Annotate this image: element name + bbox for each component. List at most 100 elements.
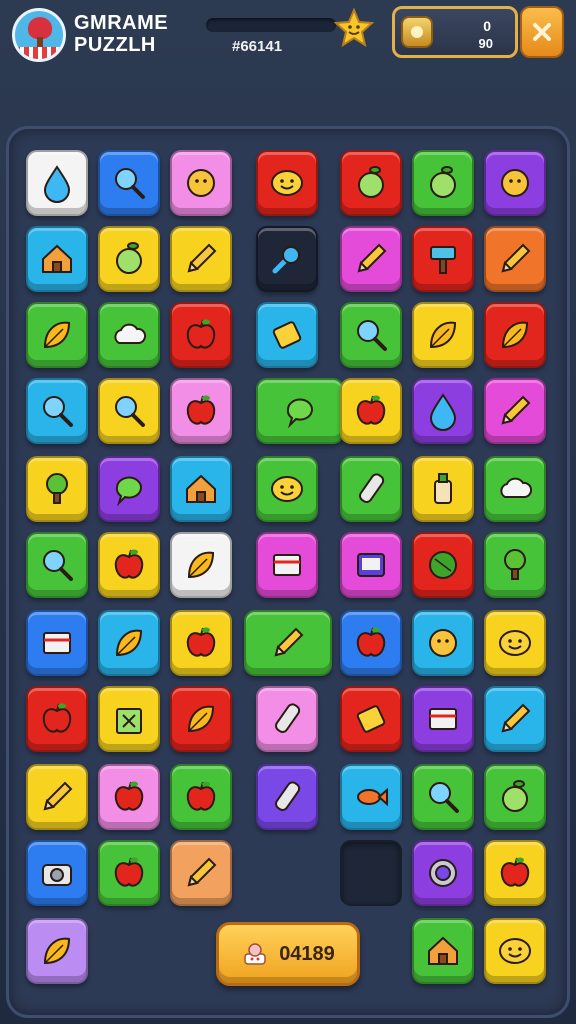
tile-flower[interactable] [170, 150, 232, 216]
pencil-icon [274, 627, 304, 657]
tile-pencil[interactable] [484, 226, 546, 292]
apple-icon [42, 703, 72, 733]
tile-pencil[interactable] [484, 686, 546, 752]
leaf-icon [187, 705, 215, 733]
tile-fruit[interactable] [98, 226, 160, 292]
tile-search[interactable] [98, 150, 160, 216]
tile-smile[interactable] [256, 150, 318, 216]
tile-cloud[interactable] [484, 456, 546, 522]
score-button[interactable]: 04189 [216, 922, 360, 986]
leaf-icon [115, 629, 143, 657]
tile-search[interactable] [26, 532, 88, 598]
tile-box[interactable] [98, 686, 160, 752]
ball-icon [429, 551, 457, 579]
tree-icon [504, 549, 526, 580]
tile-leaf[interactable] [484, 302, 546, 368]
tile-apple[interactable] [26, 686, 88, 752]
search-icon [115, 168, 145, 199]
tile-tube[interactable] [256, 686, 318, 752]
cloud-icon [114, 323, 147, 344]
tile-bottle[interactable] [412, 456, 474, 522]
tile-house[interactable] [170, 456, 232, 522]
tile-fruit[interactable] [412, 150, 474, 216]
tile-fruit[interactable] [340, 150, 402, 216]
tile-tree[interactable] [26, 456, 88, 522]
search-icon [115, 396, 145, 427]
tube-icon [359, 473, 385, 503]
tile-tube[interactable] [256, 764, 318, 830]
fish-icon [357, 787, 388, 807]
close-button[interactable] [520, 6, 564, 58]
tile-house[interactable] [26, 226, 88, 292]
tile-bubble[interactable] [256, 378, 344, 444]
tile-screen[interactable] [340, 532, 402, 598]
tile-apple[interactable] [484, 840, 546, 906]
tile-flower[interactable] [412, 610, 474, 676]
fruit-icon [502, 780, 528, 812]
tile-tag[interactable] [256, 302, 318, 368]
tile-search[interactable] [98, 378, 160, 444]
coin-counter[interactable]: 0 90 [392, 6, 518, 58]
tile-book[interactable] [256, 532, 318, 598]
tile-pencil[interactable] [170, 226, 232, 292]
apple-icon [186, 781, 216, 811]
tile-search[interactable] [26, 378, 88, 444]
tile-flower[interactable] [484, 150, 546, 216]
tile-leaf[interactable] [170, 532, 232, 598]
search-icon [357, 320, 387, 351]
tile-hammer[interactable] [412, 226, 474, 292]
tile-house[interactable] [412, 918, 474, 984]
tile-ring[interactable] [412, 840, 474, 906]
tile-search[interactable] [412, 764, 474, 830]
tile-pencil[interactable] [244, 610, 332, 676]
tile-apple[interactable] [170, 378, 232, 444]
tile-leaf[interactable] [170, 686, 232, 752]
tile-drop[interactable] [26, 150, 88, 216]
tile-apple[interactable] [98, 840, 160, 906]
tile-apple[interactable] [340, 610, 402, 676]
tile-apple[interactable] [170, 764, 232, 830]
tile-drop[interactable] [412, 378, 474, 444]
tile-bubble[interactable] [98, 456, 160, 522]
tile-search[interactable] [340, 302, 402, 368]
tile-book[interactable] [412, 686, 474, 752]
tile-leaf[interactable] [26, 302, 88, 368]
book-icon [273, 554, 301, 576]
tile-tube[interactable] [340, 456, 402, 522]
tile-pencil[interactable] [484, 378, 546, 444]
flower-icon [501, 169, 529, 197]
tile-apple[interactable] [170, 302, 232, 368]
tile-leaf[interactable] [26, 918, 88, 984]
tile-camera[interactable] [26, 840, 88, 906]
cloud-icon [500, 477, 533, 498]
tile-smile[interactable] [256, 456, 318, 522]
tile-leaf[interactable] [412, 302, 474, 368]
tile-pencil[interactable] [26, 764, 88, 830]
tile-pencil[interactable] [340, 226, 402, 292]
tile-smile[interactable] [484, 918, 546, 984]
fruit-icon [116, 242, 142, 274]
tile-apple[interactable] [98, 764, 160, 830]
tile-tree[interactable] [484, 532, 546, 598]
camera-icon [42, 864, 72, 886]
search-icon [43, 550, 73, 581]
tile-apple[interactable] [98, 532, 160, 598]
screen-icon [357, 553, 385, 577]
tile-fish[interactable] [340, 764, 402, 830]
star-icon[interactable] [334, 8, 374, 48]
tile-apple[interactable] [340, 378, 402, 444]
tile-leaf[interactable] [98, 610, 160, 676]
tile-ball[interactable] [412, 532, 474, 598]
game-title-line1: GMRAME [74, 12, 169, 34]
tile-cloud[interactable] [98, 302, 160, 368]
tile-pencil[interactable] [170, 840, 232, 906]
tile-tag[interactable] [340, 686, 402, 752]
tile-smile[interactable] [484, 610, 546, 676]
tile-fruit[interactable] [484, 764, 546, 830]
player-avatar[interactable] [12, 8, 66, 62]
tile-book[interactable] [26, 610, 88, 676]
tile-brush[interactable] [256, 226, 318, 292]
pencil-icon [501, 395, 531, 425]
close-icon [533, 23, 551, 41]
tile-apple[interactable] [170, 610, 232, 676]
